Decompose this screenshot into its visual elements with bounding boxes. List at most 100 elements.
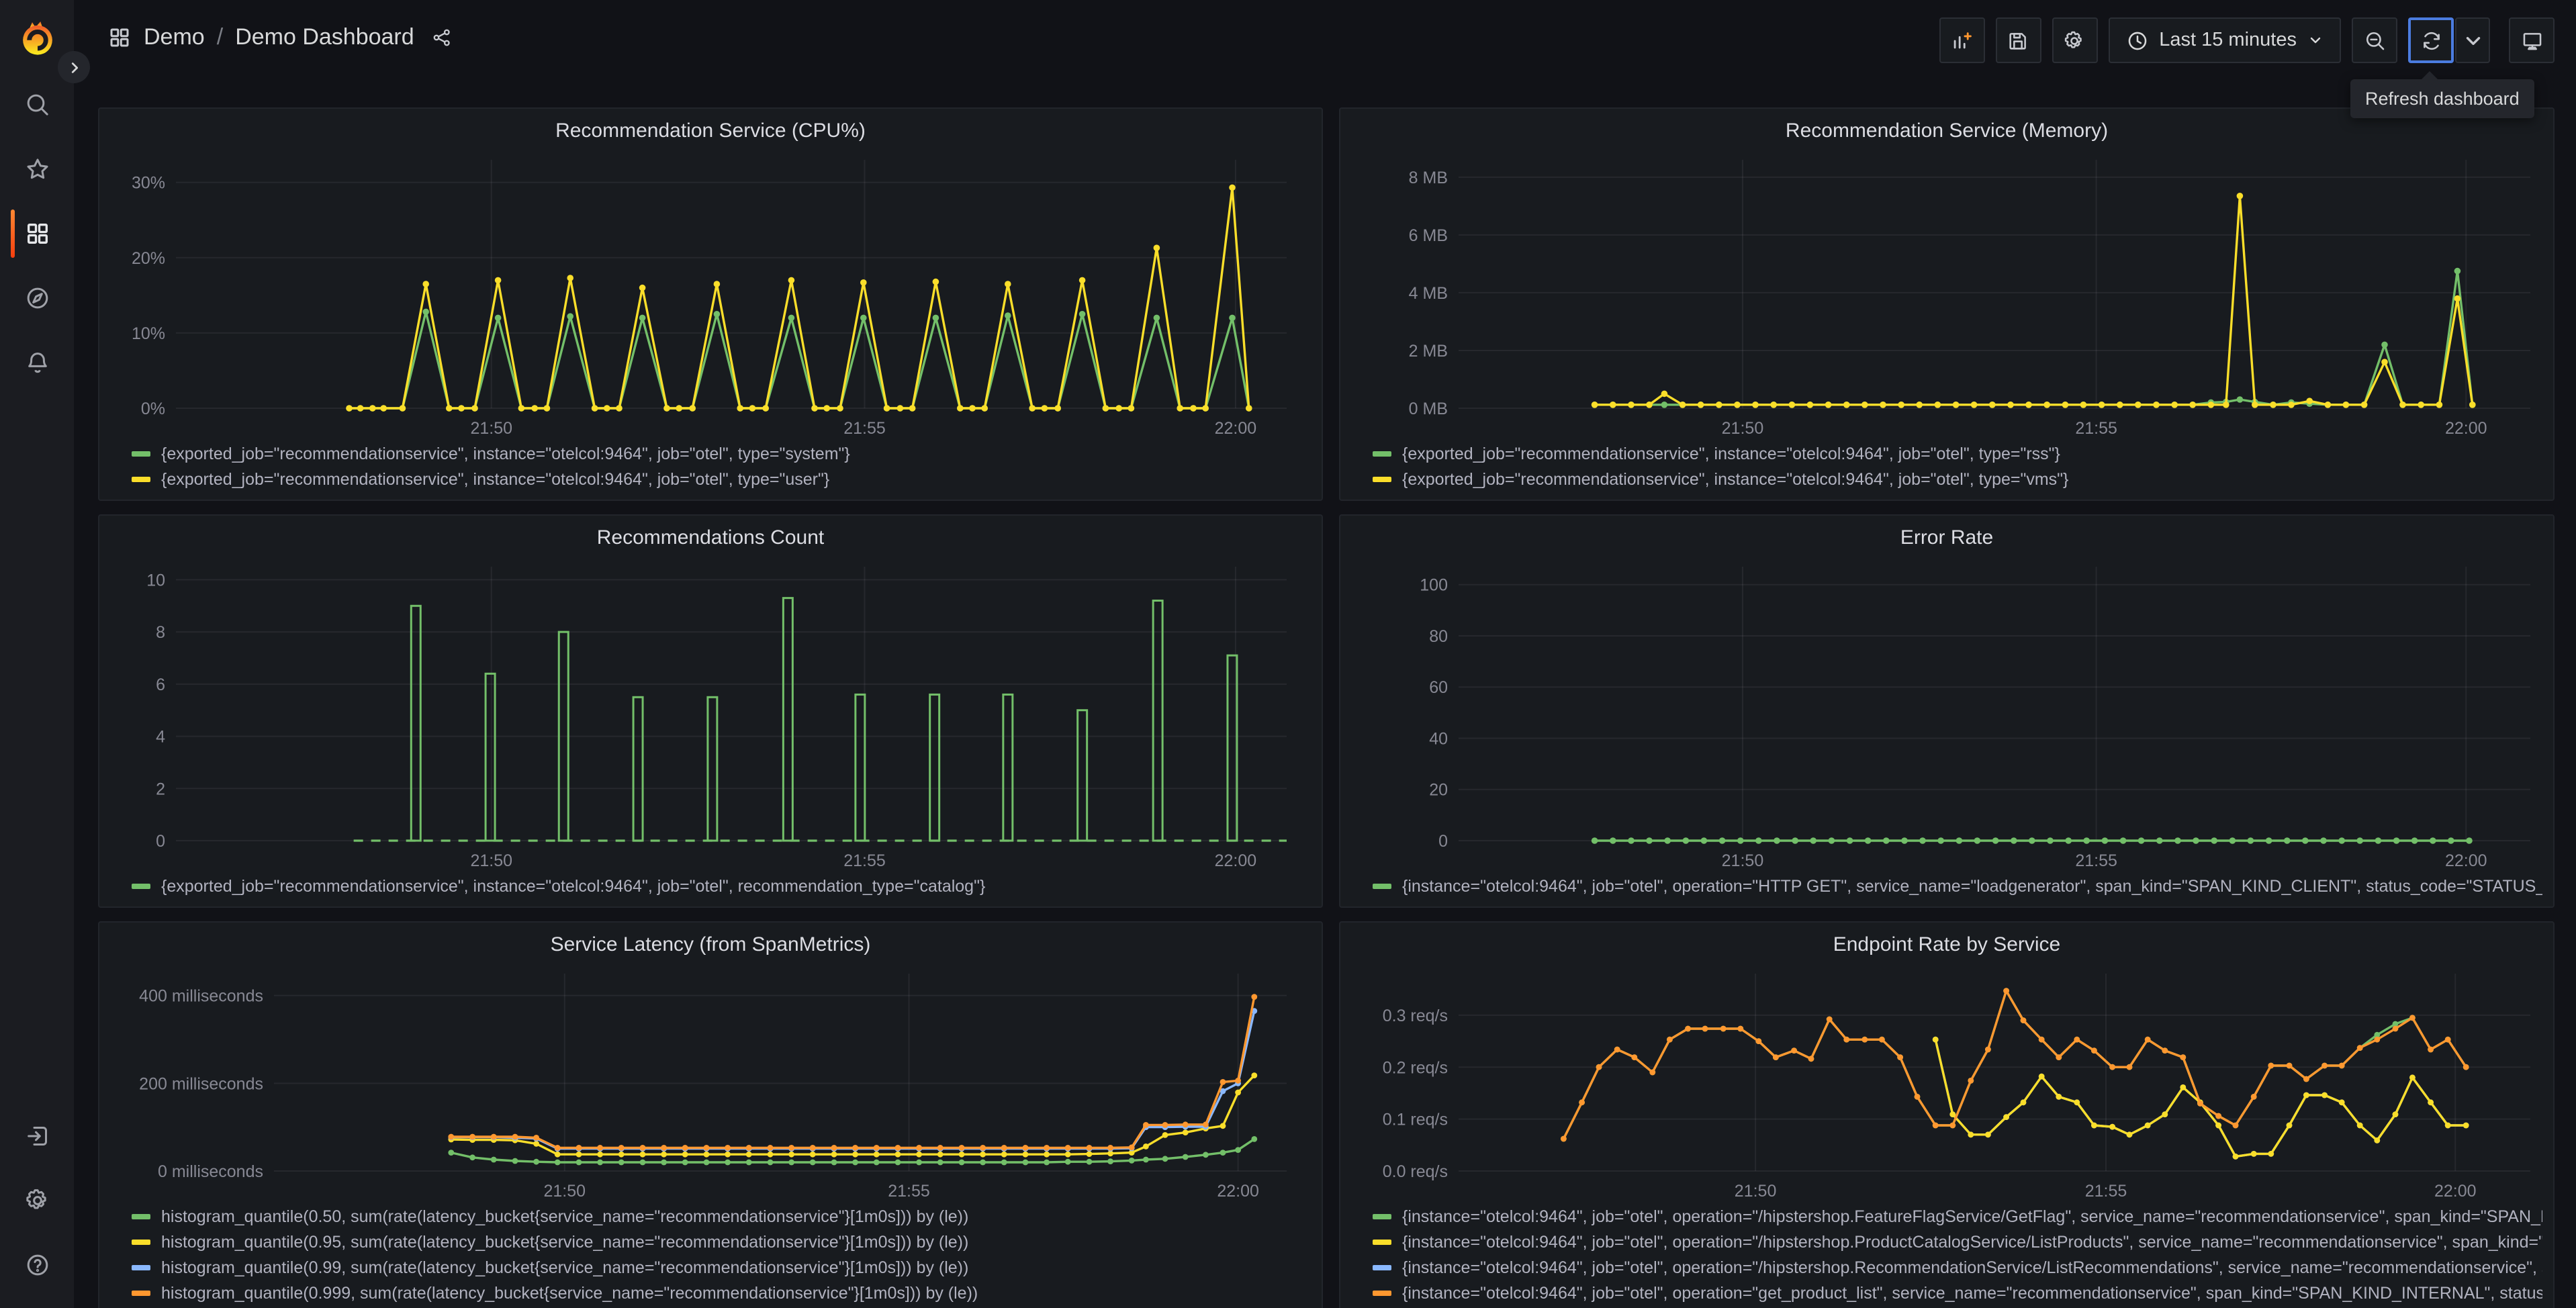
legend-item[interactable]: {instance="otelcol:9464", job="otel", op… [1373,1254,2542,1280]
chart-canvas[interactable]: 21:50 21:55 22:00 0% 10% 20% 30% [110,149,1311,440]
svg-text:0.3 req/s: 0.3 req/s [1383,1007,1448,1025]
svg-text:0: 0 [156,832,165,851]
zoom-out-button[interactable] [2352,17,2397,63]
svg-text:0 milliseconds: 0 milliseconds [158,1162,263,1181]
tooltip-refresh-dashboard: Refresh dashboard [2350,71,2534,118]
svg-text:0%: 0% [141,400,165,418]
panel-title[interactable]: Recommendation Service (Memory) [1351,117,2542,149]
legend-label: {instance="otelcol:9464", job="otel", op… [1402,1232,2542,1251]
legend-item[interactable]: {instance="otelcol:9464", job="otel", op… [1373,873,2542,898]
chart[interactable]: 21:50 21:55 22:00 0 20 40 60 80 100 [1351,556,2542,873]
legend-color-marker [132,451,150,456]
refresh-button[interactable] [2408,17,2454,63]
svg-text:21:55: 21:55 [2075,851,2117,870]
bell-icon [24,349,50,376]
legend-item[interactable]: {instance="otelcol:9464", job="otel", op… [1373,1203,2542,1229]
legend-item[interactable]: histogram_quantile(0.99, sum(rate(latenc… [132,1254,1311,1280]
legend-item[interactable]: histogram_quantile(0.999, sum(rate(laten… [132,1280,1311,1305]
legend-color-marker [1373,451,1391,456]
sidebar-expand-button[interactable] [58,51,90,83]
chart[interactable]: 21:50 21:55 22:00 0 2 4 6 8 10 [110,556,1311,873]
svg-text:22:00: 22:00 [2445,851,2487,870]
legend-item[interactable]: histogram_quantile(0.50, sum(rate(latenc… [132,1203,1311,1229]
legend-color-marker [132,883,150,888]
legend-item[interactable]: {exported_job="recommendationservice", i… [132,440,1311,466]
breadcrumb-section[interactable]: Demo [144,24,205,51]
sidebar-item-starred[interactable] [0,142,74,196]
chart-canvas[interactable]: 21:50 21:55 22:00 0 2 4 6 8 10 [110,556,1311,873]
share-icon[interactable] [432,27,453,48]
legend-item[interactable]: {exported_job="recommendationservice", i… [132,873,1311,898]
add-panel-icon [1950,29,1973,52]
chart-canvas[interactable]: 21:50 21:55 22:00 0 MB 2 MB 4 MB 6 MB 8 MB [1351,149,2542,440]
chart-canvas[interactable]: 21:50 21:55 22:00 0 20 40 60 80 100 [1351,556,2542,873]
breadcrumb-separator: / [216,24,224,50]
legend: {exported_job="recommendationservice", i… [1351,440,2542,492]
legend-color-marker [1373,1290,1391,1295]
legend-label: histogram_quantile(0.999, sum(rate(laten… [161,1283,978,1302]
legend: {instance="otelcol:9464", job="otel", op… [1351,1203,2542,1305]
kiosk-mode-button[interactable] [2509,17,2555,63]
apps-grid-icon [107,26,132,50]
svg-text:60: 60 [1429,678,1448,697]
legend-label: histogram_quantile(0.50, sum(rate(latenc… [161,1207,969,1225]
legend-label: {exported_job="recommendationservice", i… [1402,444,2060,463]
chart[interactable]: 21:50 21:55 22:00 0% 10% 20% 30% [110,149,1311,440]
svg-text:22:00: 22:00 [1215,419,1257,438]
legend-label: histogram_quantile(0.95, sum(rate(latenc… [161,1232,969,1251]
legend-item[interactable]: histogram_quantile(0.95, sum(rate(latenc… [132,1229,1311,1254]
add-panel-button[interactable] [1939,17,1985,63]
svg-text:0.1 req/s: 0.1 req/s [1383,1111,1448,1129]
chart[interactable]: 21:50 21:55 22:00 0 milliseconds 200 millise… [110,963,1311,1203]
chart[interactable]: 21:50 21:55 22:00 0 MB 2 MB 4 MB 6 MB 8 MB [1351,149,2542,440]
grafana-logo[interactable] [0,16,74,59]
legend-color-marker [132,1239,150,1244]
svg-text:0.2 req/s: 0.2 req/s [1383,1058,1448,1077]
panel-title[interactable]: Recommendations Count [110,524,1311,556]
panel-title[interactable]: Recommendation Service (CPU%) [110,117,1311,149]
sidebar-item-dashboards[interactable] [0,207,74,261]
star-icon [24,156,50,183]
svg-text:80: 80 [1429,627,1448,646]
compass-icon [24,285,50,312]
svg-text:10: 10 [146,571,165,590]
gear-icon [24,1187,50,1214]
panel-title[interactable]: Endpoint Rate by Service [1351,931,2542,963]
sidebar-item-settings[interactable] [0,1174,74,1227]
grafana-logo-icon [22,21,52,55]
legend-item[interactable]: {instance="otelcol:9464", job="otel", op… [1373,1280,2542,1305]
svg-text:21:55: 21:55 [843,419,886,438]
refresh-interval-dropdown[interactable] [2455,17,2490,63]
svg-text:21:50: 21:50 [1722,851,1764,870]
legend-item[interactable]: {instance="otelcol:9464", job="otel", op… [1373,1229,2542,1254]
chart-canvas[interactable]: 21:50 21:55 22:00 0 milliseconds 200 millise… [110,963,1311,1203]
panel-recommendation-service-cpu: Recommendation Service (CPU%) 21:50 21:55… [98,107,1323,501]
sidebar-item-explore[interactable] [0,271,74,325]
save-dashboard-button[interactable] [1995,17,2041,63]
svg-text:30%: 30% [132,174,165,193]
chart-canvas[interactable]: 21:50 21:55 22:00 0.0 req/s 0.1 req/s 0.2 req… [1351,963,2542,1203]
refresh-split-button [2408,17,2490,63]
legend-label: {exported_job="recommendationservice", i… [1402,469,2069,488]
sidebar-item-search[interactable] [0,78,74,132]
svg-text:21:55: 21:55 [888,1182,930,1201]
legend-color-marker [1373,476,1391,481]
legend-item[interactable]: {exported_job="recommendationservice", i… [1373,466,2542,492]
time-range-picker[interactable]: Last 15 minutes [2108,17,2341,63]
panel-title[interactable]: Error Rate [1351,524,2542,556]
chart[interactable]: 21:50 21:55 22:00 0.0 req/s 0.1 req/s 0.2 req… [1351,963,2542,1203]
panel-title[interactable]: Service Latency (from SpanMetrics) [110,931,1311,963]
svg-text:2: 2 [156,780,165,798]
svg-text:10%: 10% [132,324,165,343]
sidebar-item-help[interactable] [0,1238,74,1292]
sidebar-item-sign-in[interactable] [0,1109,74,1163]
legend-item[interactable]: {exported_job="recommendationservice", i… [132,466,1311,492]
legend-item[interactable]: {exported_job="recommendationservice", i… [1373,440,2542,466]
svg-text:4 MB: 4 MB [1409,284,1448,303]
breadcrumb: Demo / Demo Dashboard [107,24,453,51]
svg-text:0.0 req/s: 0.0 req/s [1383,1162,1448,1181]
legend: {instance="otelcol:9464", job="otel", op… [1351,873,2542,898]
dashboard-settings-button[interactable] [2052,17,2098,63]
legend-color-marker [132,1213,150,1219]
sidebar-item-alerting[interactable] [0,336,74,389]
